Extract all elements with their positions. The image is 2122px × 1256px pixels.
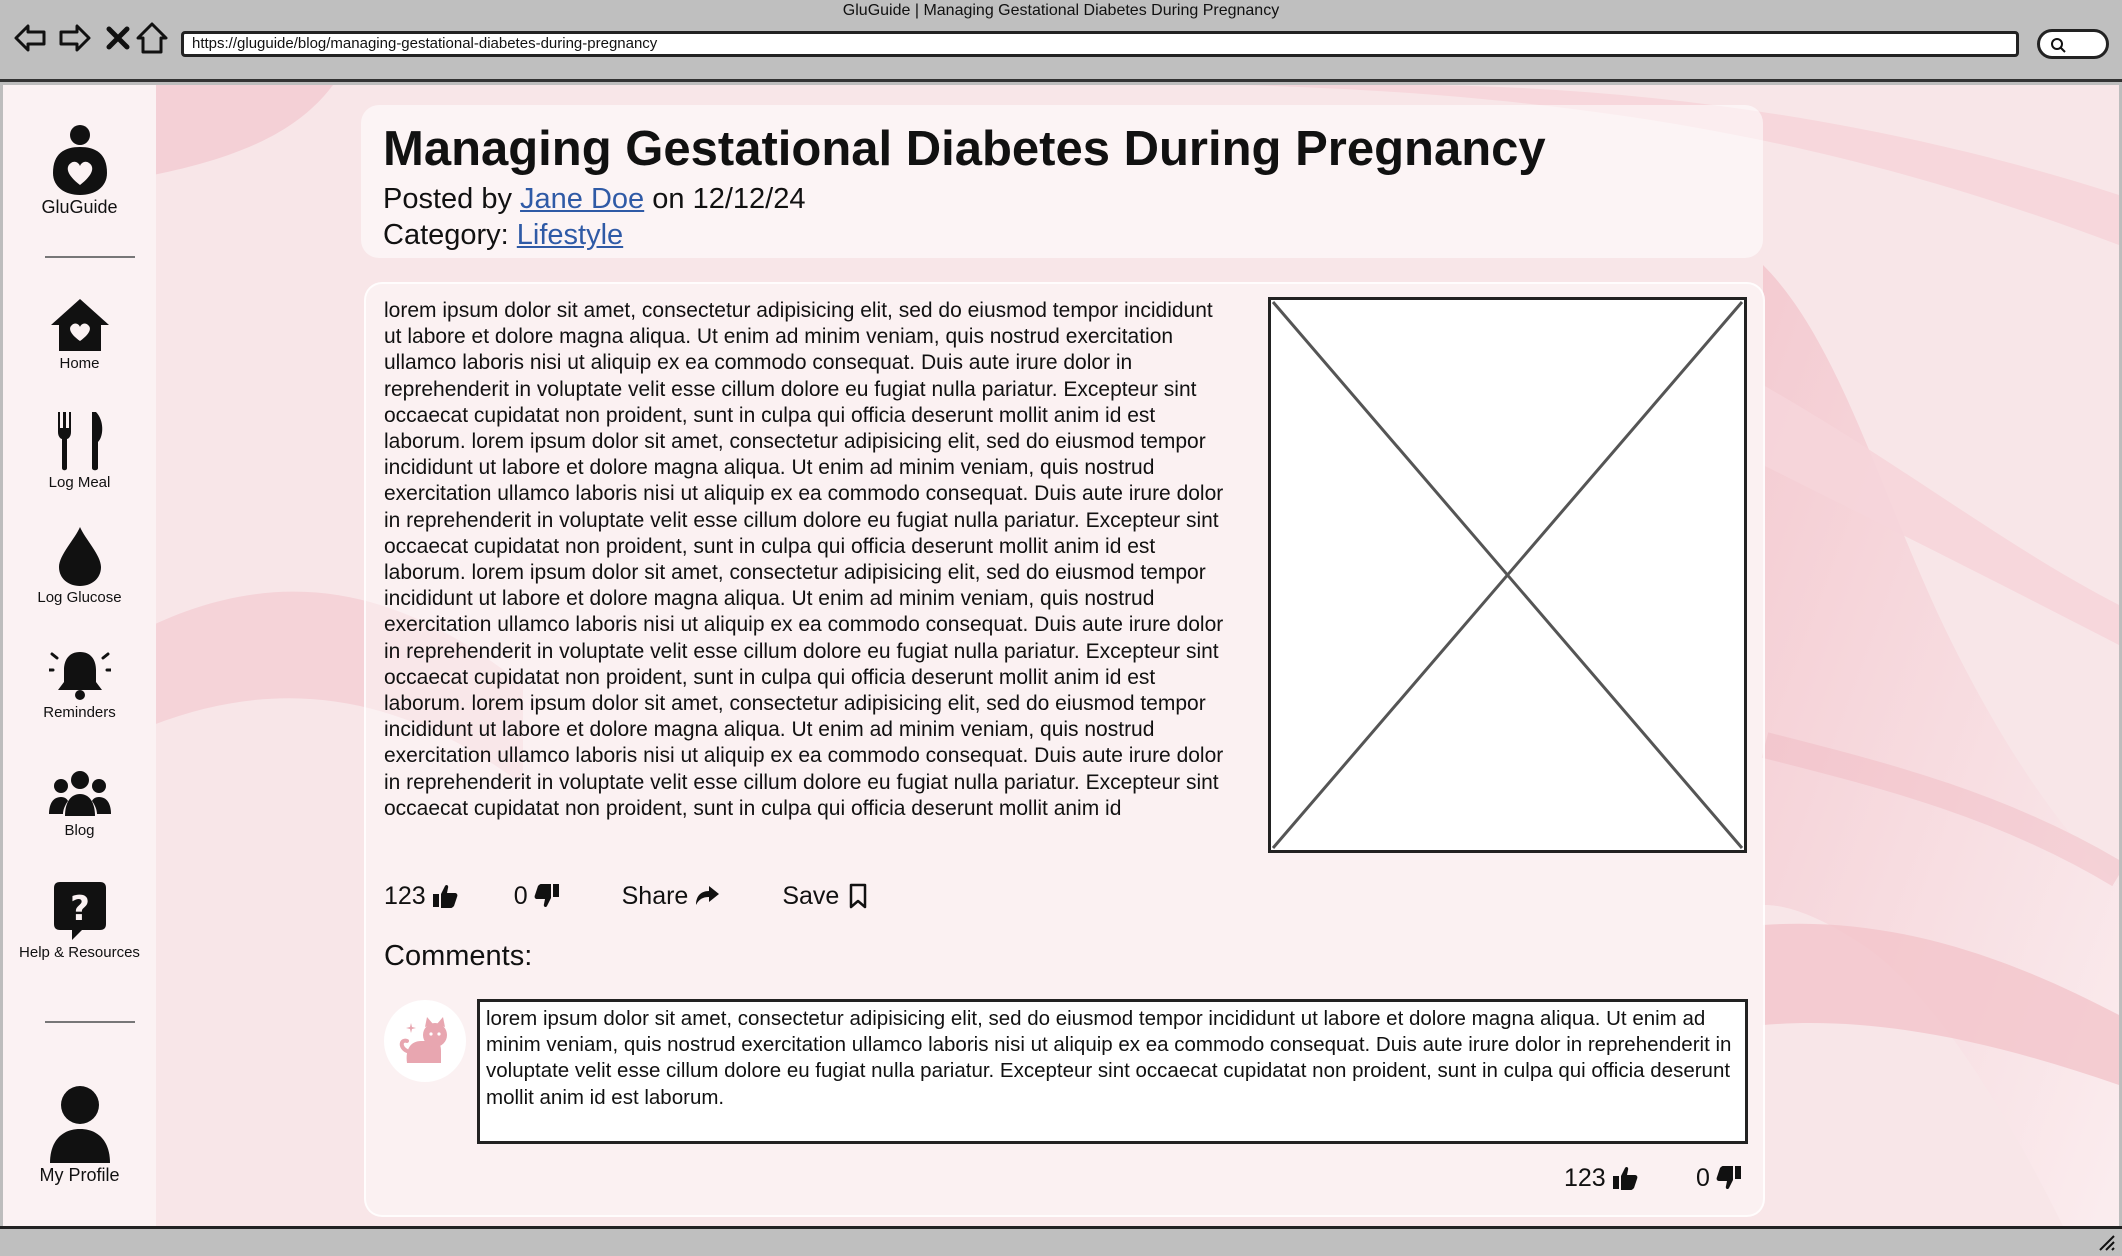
question-bubble-icon: ? (53, 882, 106, 940)
sidebar-item-help-resources[interactable]: ? Help & Resources (3, 882, 156, 961)
post-byline: Posted by Jane Doe on 12/12/24 (383, 181, 1741, 217)
sidebar-item-log-glucose[interactable]: Log Glucose (3, 525, 156, 606)
thumbs-down-icon (1716, 1166, 1741, 1190)
comments-heading: Comments: (384, 940, 533, 972)
save-label: Save (782, 881, 840, 910)
sidebar-item-label: Log Meal (48, 474, 111, 491)
thumbs-up-icon (1612, 1166, 1638, 1190)
url-bar[interactable]: https://gluguide/blog/managing-gestation… (181, 31, 2019, 57)
gluguide-logo[interactable]: GluGuide (3, 123, 156, 218)
home-heart-icon (50, 299, 109, 351)
sidebar-item-my-profile[interactable]: My Profile (3, 1085, 156, 1186)
category-prefix: Category: (383, 219, 509, 251)
comment-dislike-count: 0 (1696, 1163, 1710, 1192)
post-content-card: lorem ipsum dolor sit amet, consectetur … (364, 282, 1765, 1217)
comment-like-count: 123 (1564, 1163, 1606, 1192)
page-viewport: GluGuide Home Log Meal Log Glucose Remin… (3, 85, 2119, 1226)
fork-knife-icon (57, 412, 102, 471)
like-count: 123 (384, 881, 426, 910)
dislike-count: 0 (513, 881, 528, 910)
sidebar-item-label: My Profile (39, 1165, 120, 1185)
sidebar-item-label: Home (59, 355, 100, 372)
like-button[interactable]: 123 (384, 882, 458, 911)
image-placeholder-icon (1271, 301, 1744, 849)
sidebar-divider (45, 1021, 135, 1023)
back-arrow-icon[interactable] (10, 18, 50, 58)
search-icon (2051, 38, 2066, 53)
post-actions: 123 0 Share Save (384, 876, 871, 916)
avatar[interactable] (384, 1000, 466, 1082)
post-category-line: Category: Lifestyle (383, 217, 1741, 253)
sidebar-item-log-meal[interactable]: Log Meal (3, 410, 156, 491)
drop-icon (58, 527, 101, 586)
window-title: GluGuide | Managing Gestational Diabetes… (842, 2, 1280, 19)
sidebar-item-label: Reminders (43, 704, 116, 721)
posted-by-prefix: Posted by (383, 183, 512, 215)
dislike-button[interactable]: 0 (514, 882, 560, 911)
cat-avatar-icon (399, 1017, 447, 1063)
browser-chrome: GluGuide | Managing Gestational Diabetes… (0, 0, 2122, 82)
share-label: Share (621, 881, 689, 910)
browser-search-button[interactable] (2037, 29, 2109, 59)
people-icon (48, 771, 111, 816)
resize-grip-icon[interactable] (2096, 1232, 2116, 1252)
user-profile-icon (49, 1086, 110, 1163)
bookmark-icon (850, 883, 867, 909)
sidebar-divider (45, 256, 135, 258)
browser-status-bar (0, 1226, 2122, 1256)
sidebar-item-label: Log Glucose (37, 589, 122, 606)
logo-label: GluGuide (41, 197, 118, 217)
sidebar-item-label: Blog (64, 822, 95, 839)
post-image-placeholder (1268, 297, 1747, 853)
post-header: Managing Gestational Diabetes During Pre… (361, 105, 1763, 258)
save-button[interactable]: Save (782, 882, 871, 911)
mother-heart-logo-icon (52, 125, 107, 195)
forward-arrow-icon[interactable] (55, 18, 95, 58)
thumbs-up-icon (432, 884, 458, 908)
category-link[interactable]: Lifestyle (517, 219, 623, 251)
post-title: Managing Gestational Diabetes During Pre… (383, 122, 1546, 176)
comment-dislike-button[interactable]: 0 (1696, 1161, 1742, 1195)
comment-like-button[interactable]: 123 (1564, 1161, 1638, 1195)
date-prefix: on (652, 183, 685, 215)
thumbs-down-icon (534, 884, 559, 908)
sidebar-nav: GluGuide Home Log Meal Log Glucose Remin… (3, 85, 156, 1226)
comment-text: lorem ipsum dolor sit amet, consectetur … (477, 999, 1748, 1144)
sidebar-item-label: Help & Resources (19, 944, 140, 961)
share-button[interactable]: Share (622, 882, 721, 911)
sidebar-item-home[interactable]: Home (3, 297, 156, 372)
home-icon[interactable] (132, 18, 172, 58)
bell-icon (48, 652, 111, 700)
author-link[interactable]: Jane Doe (520, 183, 644, 215)
sidebar-item-blog[interactable]: Blog (3, 768, 156, 839)
post-body: lorem ipsum dolor sit amet, consectetur … (384, 299, 1224, 820)
post-date: 12/12/24 (692, 183, 806, 215)
svg-text:?: ? (70, 889, 90, 929)
sidebar-item-reminders[interactable]: Reminders (3, 648, 156, 721)
share-arrow-icon (696, 886, 720, 905)
